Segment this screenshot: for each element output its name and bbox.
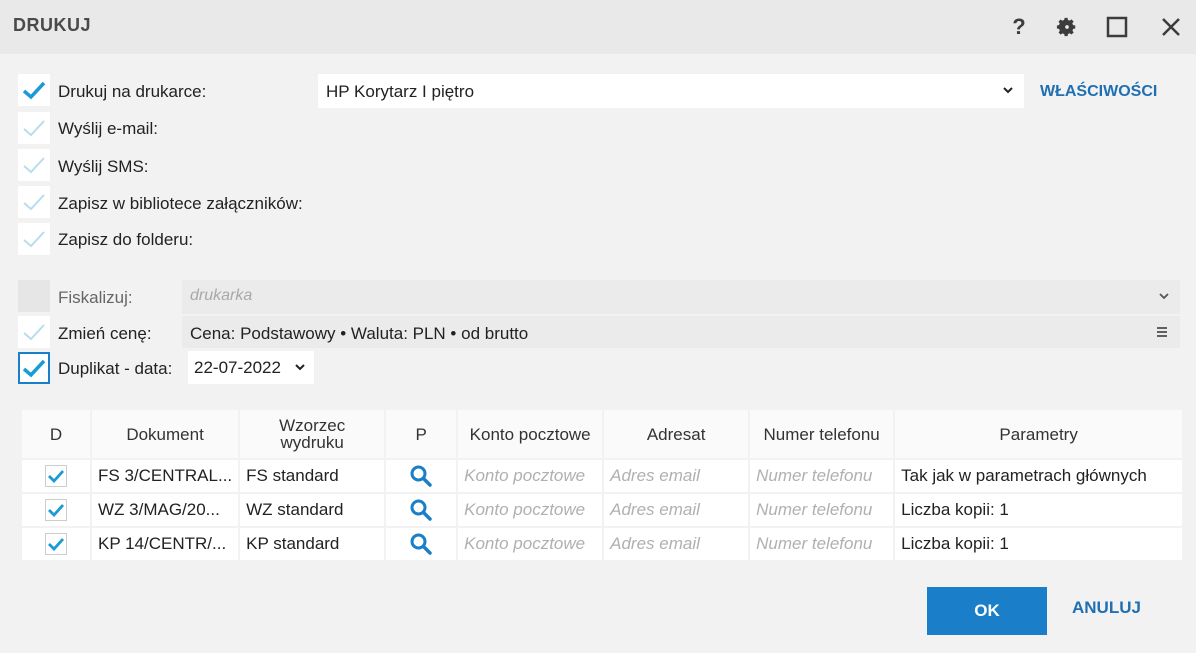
- gear-icon[interactable]: [1052, 12, 1082, 42]
- table-header-row: D Dokument Wzorzec wydruku P Konto poczt…: [22, 410, 1183, 458]
- fiscal-placeholder: drukarka: [190, 287, 253, 304]
- recipient-cell[interactable]: Adres email: [604, 494, 749, 526]
- col-header-recipient[interactable]: Adresat: [604, 410, 749, 458]
- account-cell[interactable]: Konto pocztowe: [458, 528, 603, 560]
- fiscal-printer-select: drukarka: [182, 280, 1180, 314]
- col-header-phone[interactable]: Numer telefonu: [750, 410, 894, 458]
- row-checkbox[interactable]: [45, 465, 67, 487]
- help-icon[interactable]: ?: [1004, 12, 1034, 42]
- sms-label: Wyślij SMS:: [58, 157, 149, 176]
- search-icon[interactable]: [409, 498, 433, 522]
- folder-label: Zapisz do folderu:: [58, 230, 194, 249]
- params-cell[interactable]: Tak jak w parametrach głównych: [895, 460, 1183, 492]
- chevron-down-icon: [1003, 87, 1013, 94]
- library-label: Zapisz w bibliotece załączników:: [58, 194, 303, 213]
- library-checkbox[interactable]: [18, 186, 50, 218]
- recipient-cell[interactable]: Adres email: [604, 460, 749, 492]
- account-cell[interactable]: Konto pocztowe: [458, 494, 603, 526]
- document-cell[interactable]: FS 3/CENTRAL...: [92, 460, 239, 492]
- phone-cell[interactable]: Numer telefonu: [750, 494, 894, 526]
- title-bar: DRUKUJ ?: [0, 0, 1196, 54]
- maximize-icon[interactable]: [1102, 12, 1132, 42]
- col-header-params[interactable]: Parametry: [895, 410, 1183, 458]
- dialog-body: [0, 54, 1196, 653]
- search-icon[interactable]: [409, 464, 433, 488]
- row-checkbox[interactable]: [45, 499, 67, 521]
- cancel-button[interactable]: ANULUJ: [1072, 598, 1141, 618]
- document-cell[interactable]: WZ 3/MAG/20...: [92, 494, 239, 526]
- chevron-down-icon: [295, 364, 305, 371]
- col-header-d[interactable]: D: [22, 410, 90, 458]
- table-row[interactable]: WZ 3/MAG/20... WZ standard Konto pocztow…: [22, 494, 1183, 526]
- print-label: Drukuj na drukarce:: [58, 82, 207, 101]
- properties-link[interactable]: WŁAŚCIWOŚCI: [1040, 83, 1157, 101]
- col-header-template[interactable]: Wzorzec wydruku: [240, 410, 385, 458]
- row-checkbox-cell[interactable]: [22, 460, 90, 492]
- col-header-account[interactable]: Konto pocztowe: [458, 410, 603, 458]
- price-settings-field[interactable]: Cena: Podstawowy • Waluta: PLN • od brut…: [182, 316, 1180, 348]
- template-cell[interactable]: FS standard: [240, 460, 385, 492]
- price-value: Cena: Podstawowy • Waluta: PLN • od brut…: [190, 324, 529, 343]
- preview-cell[interactable]: [386, 460, 457, 492]
- print-checkbox[interactable]: [18, 74, 50, 106]
- dialog-title: DRUKUJ: [13, 15, 92, 35]
- email-label: Wyślij e-mail:: [58, 119, 158, 138]
- col-header-document[interactable]: Dokument: [92, 410, 239, 458]
- price-checkbox[interactable]: [18, 316, 50, 348]
- row-checkbox-cell[interactable]: [22, 528, 90, 560]
- printer-select[interactable]: HP Korytarz I piętro: [318, 74, 1024, 108]
- check-icon: [23, 324, 45, 341]
- check-icon: [48, 470, 64, 483]
- row-checkbox[interactable]: [45, 533, 67, 555]
- preview-cell[interactable]: [386, 528, 457, 560]
- check-icon: [23, 194, 45, 211]
- chevron-down-icon: [1159, 293, 1169, 300]
- check-icon: [23, 120, 45, 137]
- fiscal-checkbox: [18, 280, 50, 312]
- check-icon: [23, 157, 45, 174]
- preview-cell[interactable]: [386, 494, 457, 526]
- duplicate-checkbox[interactable]: [18, 352, 50, 384]
- fiscal-label: Fiskalizuj:: [58, 288, 133, 307]
- table-row[interactable]: FS 3/CENTRAL... FS standard Konto poczto…: [22, 460, 1183, 492]
- search-icon[interactable]: [409, 532, 433, 556]
- document-cell[interactable]: KP 14/CENTR/...: [92, 528, 239, 560]
- phone-cell[interactable]: Numer telefonu: [750, 460, 894, 492]
- template-cell[interactable]: KP standard: [240, 528, 385, 560]
- check-icon: [23, 231, 45, 248]
- email-checkbox[interactable]: [18, 112, 50, 144]
- row-checkbox-cell[interactable]: [22, 494, 90, 526]
- duplicate-label: Duplikat - data:: [58, 359, 173, 378]
- check-icon: [48, 538, 64, 551]
- check-icon: [22, 359, 46, 378]
- phone-cell[interactable]: Numer telefonu: [750, 528, 894, 560]
- printer-value: HP Korytarz I piętro: [326, 82, 475, 101]
- ok-button[interactable]: OK: [927, 587, 1047, 635]
- check-icon: [48, 504, 64, 517]
- account-cell[interactable]: Konto pocztowe: [458, 460, 603, 492]
- col-header-template-label: Wzorzec wydruku: [279, 416, 346, 452]
- documents-table: D Dokument Wzorzec wydruku P Konto poczt…: [20, 408, 1184, 562]
- close-icon[interactable]: [1156, 12, 1186, 42]
- params-cell[interactable]: Liczba kopii: 1: [895, 528, 1183, 560]
- folder-checkbox[interactable]: [18, 223, 50, 255]
- col-header-p[interactable]: P: [386, 410, 457, 458]
- check-icon: [22, 81, 46, 100]
- menu-icon[interactable]: [1156, 326, 1168, 338]
- duplicate-date-value: 22-07-2022: [194, 358, 281, 377]
- price-label: Zmień cenę:: [58, 324, 152, 343]
- table-row[interactable]: KP 14/CENTR/... KP standard Konto poczto…: [22, 528, 1183, 560]
- duplicate-date-select[interactable]: 22-07-2022: [188, 351, 314, 384]
- sms-checkbox[interactable]: [18, 149, 50, 181]
- recipient-cell[interactable]: Adres email: [604, 528, 749, 560]
- template-cell[interactable]: WZ standard: [240, 494, 385, 526]
- params-cell[interactable]: Liczba kopii: 1: [895, 494, 1183, 526]
